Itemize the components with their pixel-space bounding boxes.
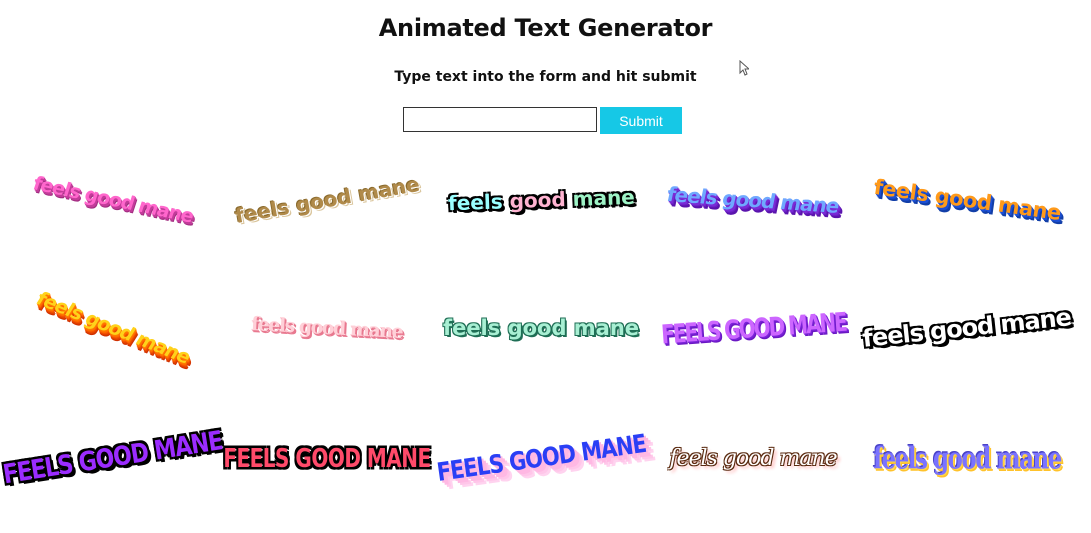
text-style-option[interactable]: feels good mane — [222, 150, 432, 250]
text-style-option[interactable]: feels good mane — [648, 278, 858, 378]
text-style-option[interactable]: feels good mane — [861, 278, 1073, 378]
styled-text-preview: FEELS GOOD MANE — [223, 442, 431, 474]
styled-text-preview: feels good mane — [873, 440, 1062, 476]
text-style-option[interactable]: feels good mane — [436, 150, 646, 250]
text-style-option[interactable]: feels good mane — [648, 150, 858, 250]
styled-text-preview: feels good mane — [31, 288, 195, 368]
styled-word: feels — [447, 189, 503, 216]
text-style-option[interactable]: feels good mane — [8, 150, 218, 250]
styled-text-preview: feels good mane — [250, 313, 404, 343]
styled-text-preview: feels good mane — [442, 316, 640, 340]
styled-text-preview: feels good mane — [664, 182, 842, 218]
text-style-option[interactable]: FEELS GOOD MANE — [1, 408, 224, 508]
text-style-option[interactable]: FEELS GOOD MANE — [222, 408, 432, 508]
styled-text-preview: FEELS GOOD MANE — [434, 429, 648, 487]
page-title: Animated Text Generator — [378, 14, 713, 42]
submit-button[interactable]: Submit — [600, 107, 682, 134]
text-style-option[interactable]: feels good mane — [436, 278, 646, 378]
styled-text-preview: feels good mane — [861, 303, 1073, 353]
text-style-option[interactable]: FEELS GOOD MANE — [434, 408, 648, 508]
text-form: Submit — [403, 107, 682, 134]
page: Animated Text Generator Type text into t… — [0, 0, 1091, 533]
styled-text-preview: feels good mane — [232, 171, 422, 229]
text-style-option[interactable]: feels good mane — [862, 150, 1072, 250]
instructions-text: Type text into the form and hit submit — [394, 69, 697, 85]
styled-text-preview: feels good mane — [669, 445, 837, 471]
text-style-option[interactable]: feels good mane — [8, 278, 218, 378]
styled-word: mane — [571, 184, 635, 211]
styled-text-preview: FEELS GOOD MANE — [1, 425, 225, 491]
styled-text-preview: feels good mane — [30, 172, 196, 228]
text-style-grid: feels good mane feels good mane feels go… — [0, 150, 1091, 510]
text-input[interactable] — [403, 107, 597, 132]
text-style-option[interactable]: feels good mane — [648, 408, 858, 508]
styled-text-preview: feels good mane — [447, 185, 635, 216]
styled-word: good — [508, 187, 566, 214]
mouse-cursor-icon — [739, 60, 749, 76]
text-style-option[interactable]: feels good mane — [222, 278, 432, 378]
styled-text-preview: feels good mane — [659, 305, 847, 351]
styled-text-preview: feels good mane — [871, 174, 1063, 226]
text-style-option[interactable]: feels good mane — [862, 408, 1072, 508]
